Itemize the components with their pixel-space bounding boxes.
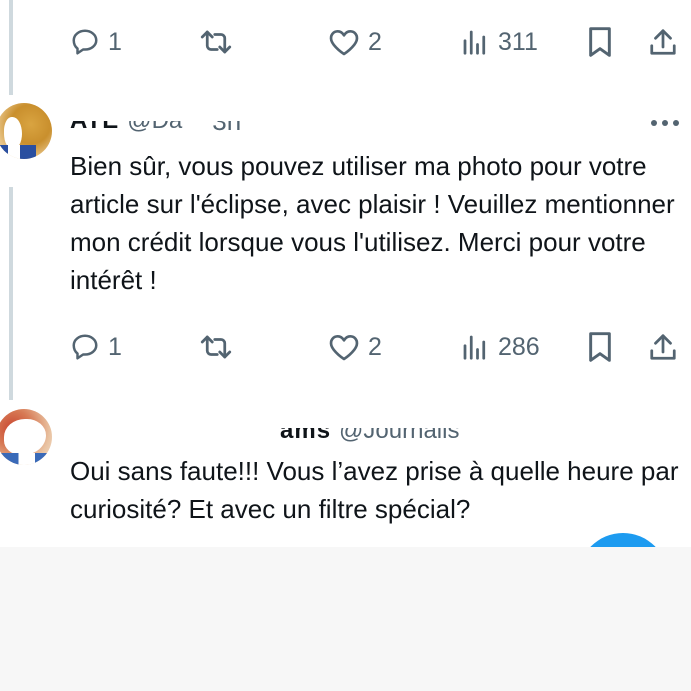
reply-icon: [72, 334, 98, 360]
like-button[interactable]: 2: [328, 330, 382, 364]
reply-icon: [72, 29, 98, 55]
avatar-clothing: [0, 453, 52, 465]
avatar-clothing: [0, 145, 36, 159]
reply-thread-screen: 1 2 311 Bien sûr, vous pouvez utiliser m…: [0, 0, 691, 691]
share-button[interactable]: [648, 330, 678, 364]
views-button[interactable]: 286: [460, 330, 540, 364]
views-button[interactable]: 311: [460, 25, 538, 59]
bookmark-icon: [589, 332, 611, 362]
views-chart-icon: [463, 335, 486, 360]
like-button[interactable]: 2: [328, 25, 382, 59]
heart-icon: [329, 335, 359, 361]
reply-button[interactable]: 1: [70, 25, 122, 59]
reply-count: 1: [108, 333, 122, 361]
tweet-text: Oui sans faute!!! Vous l’avez prise à qu…: [70, 456, 679, 524]
retweet-icon: [200, 335, 232, 359]
bookmark-button[interactable]: [586, 330, 614, 364]
name-redaction: [60, 404, 685, 428]
bottom-blank-area-overlay: [560, 547, 691, 647]
like-count: 2: [368, 333, 382, 361]
views-chart-icon: [463, 30, 486, 55]
bookmark-button[interactable]: [586, 25, 614, 59]
tweet-text: Bien sûr, vous pouvez utiliser ma photo …: [70, 151, 675, 295]
top-tweet-action-bar: 1 2 311: [70, 25, 682, 59]
reply-button[interactable]: 1: [70, 330, 122, 364]
avatar-redaction: [4, 419, 46, 455]
bookmark-icon: [589, 27, 611, 57]
views-count: 311: [498, 28, 538, 56]
share-button[interactable]: [648, 25, 678, 59]
share-icon: [650, 334, 676, 360]
reply-1-action-bar: 1 2 286: [70, 330, 682, 364]
retweet-button[interactable]: [198, 330, 242, 364]
heart-icon: [329, 30, 359, 56]
views-count: 286: [498, 333, 540, 361]
avatar[interactable]: [0, 409, 52, 465]
like-count: 2: [368, 28, 382, 56]
more-dots-icon: [651, 120, 679, 126]
retweet-button[interactable]: [198, 25, 242, 59]
thread-connector-line: [9, 187, 13, 400]
reply-count: 1: [108, 28, 122, 56]
share-icon: [650, 29, 676, 55]
thread-connector-line: [9, 0, 13, 95]
avatar[interactable]: [0, 103, 52, 159]
retweet-icon: [200, 30, 232, 54]
name-redaction: [70, 104, 290, 121]
more-options-button[interactable]: [648, 112, 682, 134]
